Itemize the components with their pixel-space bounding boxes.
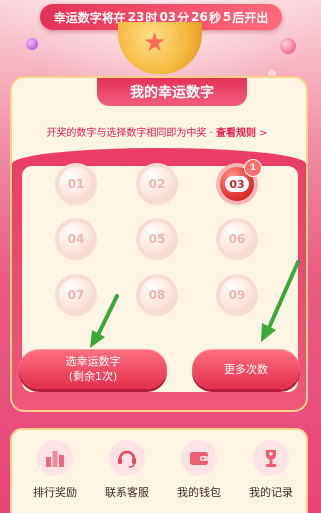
number-ball-07[interactable]: 07 — [59, 278, 93, 312]
countdown-suffix: 后开出 — [232, 10, 269, 25]
number-ball-04[interactable]: 04 — [59, 222, 93, 256]
number-ball-02[interactable]: 02 — [140, 167, 174, 201]
panel-title: 我的幸运数字 — [97, 78, 247, 106]
number-ball-label: 09 — [228, 288, 246, 302]
nav-label: 我的记录 — [249, 486, 293, 499]
countdown-prefix: 幸运数字将在 — [53, 10, 126, 25]
more-chances-button[interactable]: 更多次数 — [192, 349, 300, 389]
choose-lucky-number-button[interactable]: 选幸运数字 (剩余1次) — [19, 349, 167, 389]
star-icon: ★ — [143, 28, 167, 58]
bottom-nav: 排行奖励 联系客服 我的钱包 我的记录 — [10, 428, 308, 513]
number-ball-label: 06 — [228, 232, 246, 246]
ranking-icon — [37, 440, 73, 476]
number-ball-label: 08 — [148, 288, 166, 302]
trophy-record-icon — [253, 440, 289, 476]
number-ball-label: 03 — [225, 176, 249, 192]
number-ball-label: 05 — [148, 232, 166, 246]
number-ball-label: 02 — [148, 177, 166, 191]
number-ball-label: 04 — [67, 232, 85, 246]
rule-line: 开奖的数字与选择数字相同即为中奖 · 查看规则 > — [22, 124, 292, 139]
nav-label: 排行奖励 — [33, 486, 77, 499]
decor-orb-pink — [280, 38, 296, 54]
nav-my-wallet[interactable]: 我的钱包 — [164, 440, 234, 513]
rule-text: 开奖的数字与选择数字相同即为中奖 · — [46, 128, 216, 139]
number-ball-03[interactable]: 03 1 — [220, 159, 262, 201]
nav-ranking-reward[interactable]: 排行奖励 — [20, 440, 90, 513]
nav-customer-service[interactable]: 联系客服 — [92, 440, 162, 513]
wallet-icon — [181, 440, 217, 476]
number-ball-01[interactable]: 01 — [59, 167, 93, 201]
decor-orb-purple — [26, 38, 38, 50]
number-ball-05[interactable]: 05 — [140, 222, 174, 256]
nav-label: 联系客服 — [105, 486, 149, 499]
nav-label: 我的钱包 — [177, 486, 221, 499]
nav-my-records[interactable]: 我的记录 — [236, 440, 306, 513]
countdown-seconds-unit: 秒 — [208, 10, 221, 25]
headset-icon — [109, 440, 145, 476]
number-ball-06[interactable]: 06 — [220, 222, 254, 256]
number-ball-09[interactable]: 09 — [220, 278, 254, 312]
choose-button-remaining: (剩余1次) — [68, 370, 118, 383]
number-ball-08[interactable]: 08 — [140, 278, 174, 312]
view-rules-link[interactable]: 查看规则 — [216, 128, 256, 139]
choose-button-label: 选幸运数字 — [65, 355, 121, 368]
more-button-label: 更多次数 — [224, 362, 268, 376]
selection-count-badge: 1 — [244, 159, 262, 177]
number-ball-label: 07 — [67, 288, 85, 302]
number-ball-label: 01 — [67, 177, 85, 191]
lucky-number-screen: 幸运数字将在 23 时 03 分 26 秒 5 后开出 ★ 我的幸运数字 开奖的… — [0, 0, 321, 513]
countdown-days: 5 — [222, 10, 232, 24]
chevron-right-icon: > — [259, 128, 268, 139]
